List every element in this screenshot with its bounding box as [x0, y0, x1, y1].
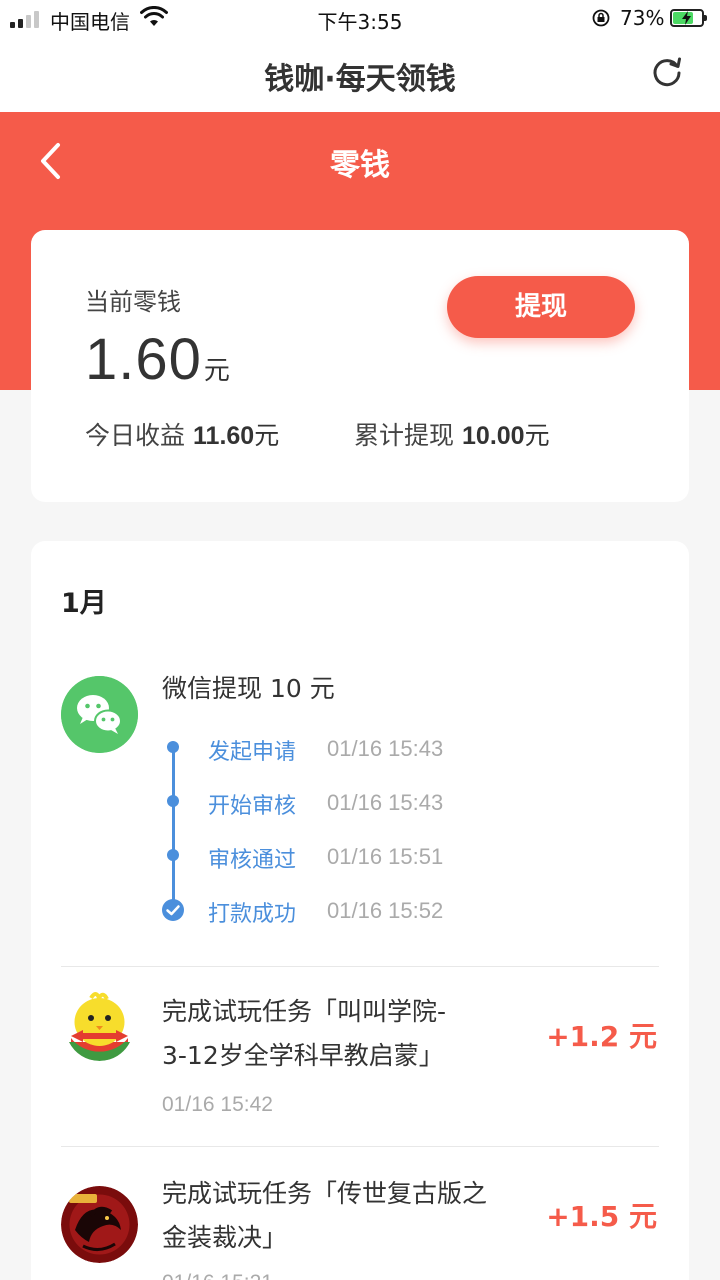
timeline-step-label: 审核通过	[208, 848, 297, 873]
today-earnings: 今日收益 11.60元	[85, 416, 279, 452]
rotation-lock-icon	[592, 9, 610, 27]
task-title-line: 完成试玩任务「叫叫学院-	[162, 997, 447, 1026]
task-amount: +1.5 元	[546, 1200, 657, 1233]
withdrawal-title: 微信提现 10 元	[162, 674, 335, 703]
timeline-dot	[167, 849, 179, 861]
today-earnings-value: 11.60	[193, 422, 255, 450]
timeline-step-time: 01/16 15:43	[327, 736, 444, 761]
divider	[61, 1146, 659, 1147]
timeline-step-label: 发起申请	[208, 740, 297, 765]
timeline-dot	[167, 741, 179, 753]
task-time: 01/16 15:21	[162, 1271, 273, 1280]
balance-value: 1.60	[85, 327, 202, 392]
status-time: 下午3:55	[317, 10, 403, 34]
task-title-line: 金装裁决」	[162, 1223, 288, 1252]
total-withdrawn-unit: 元	[524, 422, 550, 450]
task-time: 01/16 15:42	[162, 1093, 273, 1116]
timeline-step-label: 开始审核	[208, 794, 297, 819]
records-card: 1月 微信提现 10 元 发起申请 01/16 15:43 开始审核 01/16…	[31, 541, 689, 1280]
wechat-icon	[61, 676, 138, 753]
status-bar: 中国电信 下午3:55 73%	[0, 0, 720, 40]
battery-percent: 73%	[620, 6, 665, 30]
task-title-line: 完成试玩任务「传世复古版之	[162, 1179, 488, 1208]
timeline-line	[172, 747, 175, 907]
total-withdrawn-value: 10.00	[462, 422, 525, 450]
timeline-step-label: 打款成功	[208, 902, 297, 927]
nav-title: 钱咖·每天领钱	[264, 62, 456, 97]
dragon-app-icon	[61, 1186, 138, 1263]
nav-bar: 钱咖·每天领钱	[0, 40, 720, 112]
balance-amount: 1.60 元	[85, 326, 230, 393]
battery-icon	[670, 9, 707, 27]
today-earnings-label: 今日收益	[85, 421, 186, 450]
chick-app-icon	[61, 984, 138, 1061]
total-withdrawn: 累计提现 10.00元	[354, 416, 550, 452]
balance-card: 当前零钱 1.60 元 提现 今日收益 11.60元 累计提现 10.00元	[31, 230, 689, 502]
timeline-step-time: 01/16 15:51	[327, 844, 444, 869]
month-header: 1月	[61, 588, 107, 619]
task-title-line: 3-12岁全学科早教启蒙」	[162, 1041, 444, 1070]
task-amount: +1.2 元	[546, 1020, 657, 1053]
balance-unit: 元	[203, 356, 230, 386]
refresh-icon[interactable]	[650, 54, 684, 88]
withdraw-button[interactable]: 提现	[447, 276, 635, 338]
divider	[61, 966, 659, 967]
total-withdrawn-label: 累计提现	[354, 421, 455, 450]
today-earnings-unit: 元	[254, 422, 280, 450]
timeline-step-time: 01/16 15:43	[327, 790, 444, 815]
timeline-dot	[167, 795, 179, 807]
check-circle-icon	[162, 899, 184, 921]
task-title: 完成试玩任务「叫叫学院- 3-12岁全学科早教启蒙」	[162, 990, 522, 1078]
page-title: 零钱	[330, 148, 390, 183]
timeline-step-time: 01/16 15:52	[327, 898, 444, 923]
task-title: 完成试玩任务「传世复古版之 金装裁决」	[162, 1172, 522, 1260]
balance-label: 当前零钱	[85, 288, 181, 316]
